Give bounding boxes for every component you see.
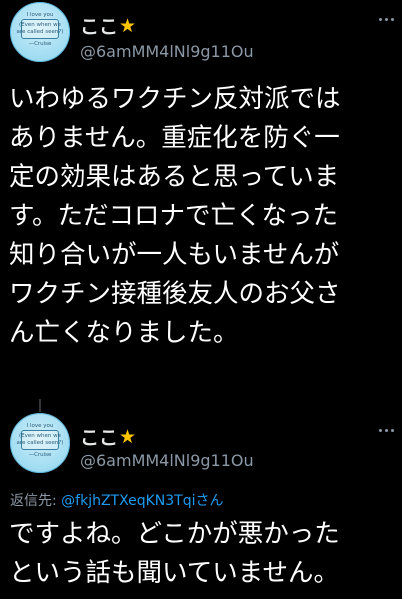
star-icon: ★ <box>119 14 137 37</box>
display-name[interactable]: ここ <box>80 12 118 39</box>
avatar-text: —Cruise <box>28 41 52 47</box>
display-name-row[interactable]: ここ ★ <box>80 12 136 39</box>
display-name[interactable]: ここ <box>80 423 118 450</box>
star-icon: ★ <box>119 425 137 448</box>
tweet-text-line: ですよね。どこかが悪かった <box>9 519 340 549</box>
tweet-text: いわゆるワクチン反対派では ありません。重症化を防ぐ一 定の効果はあると思ってい… <box>9 80 397 353</box>
tweet-text-line: 知り合いが一人もいませんが <box>9 240 340 270</box>
tweet-text-line: ありません。重症化を防ぐ一 <box>9 123 340 153</box>
more-icon[interactable] <box>379 18 394 21</box>
avatar-text: —Cruise <box>28 452 52 458</box>
reply-mention-link[interactable]: @fkjhZTXeqKN3Tqiさん <box>61 493 223 509</box>
more-icon[interactable] <box>379 429 394 432</box>
avatar-text: I love you <box>26 12 54 18</box>
avatar-text: are called seen?) <box>16 29 64 35</box>
avatar-text: (Even when we <box>19 433 61 439</box>
tweet-text-line: 定の効果はあると思っていま <box>9 162 340 192</box>
avatar-text: are called seen?) <box>16 440 64 446</box>
user-handle[interactable]: @6amMM4lNl9g11Ou <box>80 451 254 470</box>
reply-context: 返信先: @fkjhZTXeqKN3Tqiさん <box>10 490 223 510</box>
tweet-text-line: ん亡くなりました。 <box>9 318 239 348</box>
tweet-text: ですよね。どこかが悪かった という話も聞いていません。 <box>9 515 397 593</box>
tweet[interactable]: I love you (Even when we are called seen… <box>0 0 402 400</box>
avatar-text: I love you <box>26 423 54 429</box>
reply-prefix: 返信先: <box>10 493 62 509</box>
tweet-text-line: いわゆるワクチン反対派では <box>9 84 341 114</box>
display-name-row[interactable]: ここ ★ <box>80 423 136 450</box>
user-handle[interactable]: @6amMM4lNl9g11Ou <box>80 42 254 61</box>
tweet-text-line: ワクチン接種後友人のお父さ <box>9 279 341 309</box>
tweet-text-line: す。ただコロナで亡くなった <box>9 201 338 231</box>
tweet-text-line: という話も聞いていません。 <box>9 558 339 588</box>
avatar[interactable]: I love you (Even when we are called seen… <box>10 2 70 62</box>
tweet[interactable]: I love you (Even when we are called seen… <box>0 408 402 599</box>
tweet-thread: I love you (Even when we are called seen… <box>0 0 402 599</box>
avatar-text: (Even when we <box>19 22 61 28</box>
avatar[interactable]: I love you (Even when we are called seen… <box>10 413 70 473</box>
